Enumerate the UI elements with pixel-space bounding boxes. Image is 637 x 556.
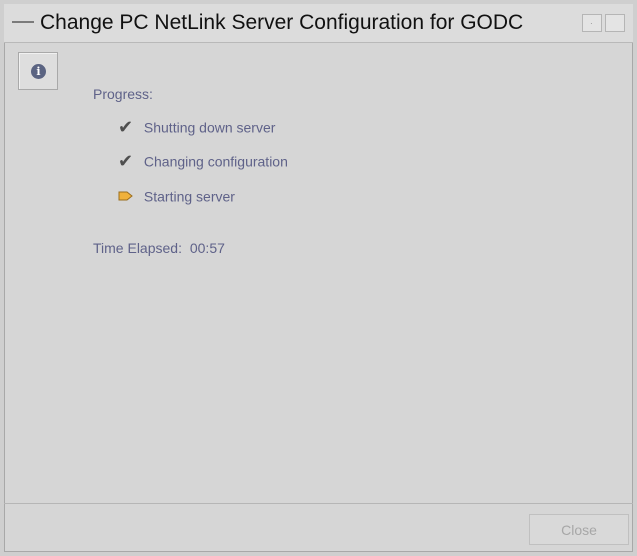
maximize-button[interactable] <box>605 14 625 32</box>
arrow-right-icon <box>118 189 134 203</box>
info-button[interactable]: i <box>18 52 58 90</box>
window-menu-icon[interactable] <box>12 21 34 23</box>
footer-divider <box>4 503 633 504</box>
progress-label: Progress: <box>93 86 153 102</box>
check-icon: ✔ <box>118 117 134 137</box>
info-icon: i <box>31 64 46 79</box>
minimize-button[interactable]: · <box>582 14 602 32</box>
title-bar: Change PC NetLink Server Configuration f… <box>4 4 633 43</box>
time-elapsed-label: Time Elapsed: <box>93 240 182 256</box>
progress-step-changing-config: ✔ Changing configuration <box>118 151 288 171</box>
window-title: Change PC NetLink Server Configuration f… <box>40 11 524 34</box>
minimize-icon: · <box>590 19 593 28</box>
check-icon: ✔ <box>118 151 134 171</box>
time-elapsed: Time Elapsed: 00:57 <box>93 240 225 256</box>
progress-step-starting-server: Starting server <box>118 187 235 204</box>
progress-step-shutting-down: ✔ Shutting down server <box>118 117 276 137</box>
time-elapsed-value: 00:57 <box>189 240 225 256</box>
close-button[interactable]: Close <box>529 514 629 545</box>
